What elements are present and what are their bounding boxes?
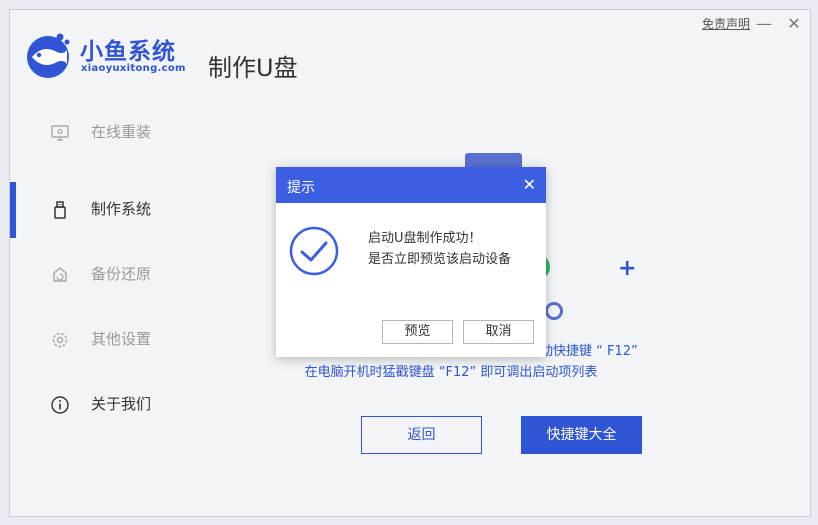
sidebar-item-label: 备份还原 (91, 265, 152, 283)
preview-button[interactable]: 预览 (382, 320, 453, 344)
success-check-icon (289, 226, 339, 276)
ring-illustration (545, 302, 563, 320)
brand-title: 小鱼系统 (80, 39, 176, 65)
gear-icon (52, 332, 68, 348)
plus-icon: + (618, 256, 637, 281)
sidebar-item-backup-restore[interactable]: 备份还原 (10, 247, 200, 303)
dialog-message-line2: 是否立即预览该启动设备 (368, 252, 512, 267)
monitor-icon (51, 125, 69, 141)
dialog-title: 提示 (287, 180, 315, 196)
sidebar-item-other-settings[interactable]: 其他设置 (10, 312, 200, 368)
dialog-message-line1: 启动U盘制作成功！ (368, 231, 482, 246)
prompt-dialog: 提示 ✕ 启动U盘制作成功！ 是否立即预览该启动设备 预览 取消 (276, 167, 546, 357)
close-window-button[interactable]: ✕ (784, 14, 804, 34)
cancel-button[interactable]: 取消 (463, 320, 534, 344)
page-title: 制作U盘 (208, 54, 298, 82)
backup-icon (53, 267, 67, 282)
sidebar-item-online-reinstall[interactable]: 在线重装 (10, 105, 200, 161)
back-button[interactable]: 返回 (361, 416, 482, 454)
sidebar-item-label: 其他设置 (91, 330, 152, 348)
fish-logo-icon (27, 33, 70, 78)
usb-icon (54, 201, 66, 219)
dialog-header: 提示 ✕ (276, 167, 546, 203)
sidebar-item-label: 制作系统 (91, 200, 152, 218)
boot-menu-hint: 在电脑开机时猛戳键盘 “F12” 即可调出启动项列表 (304, 365, 598, 380)
sidebar-item-about-us[interactable]: 关于我们 (10, 377, 200, 433)
sidebar-item-label: 在线重装 (91, 123, 152, 141)
brand-url: xiaoyuxitong.com (81, 63, 186, 74)
sidebar-item-make-system[interactable]: 制作系统 (10, 182, 200, 238)
hotkey-hint: 动快捷键 “ F12” (540, 344, 638, 359)
minimize-button[interactable]: — (754, 14, 774, 34)
disclaimer-link[interactable]: 免责声明 (702, 15, 750, 32)
info-icon (51, 396, 69, 414)
hotkeys-list-button[interactable]: 快捷键大全 (521, 416, 642, 454)
dialog-close-button[interactable]: ✕ (523, 175, 536, 194)
sidebar-item-label: 关于我们 (91, 395, 152, 413)
